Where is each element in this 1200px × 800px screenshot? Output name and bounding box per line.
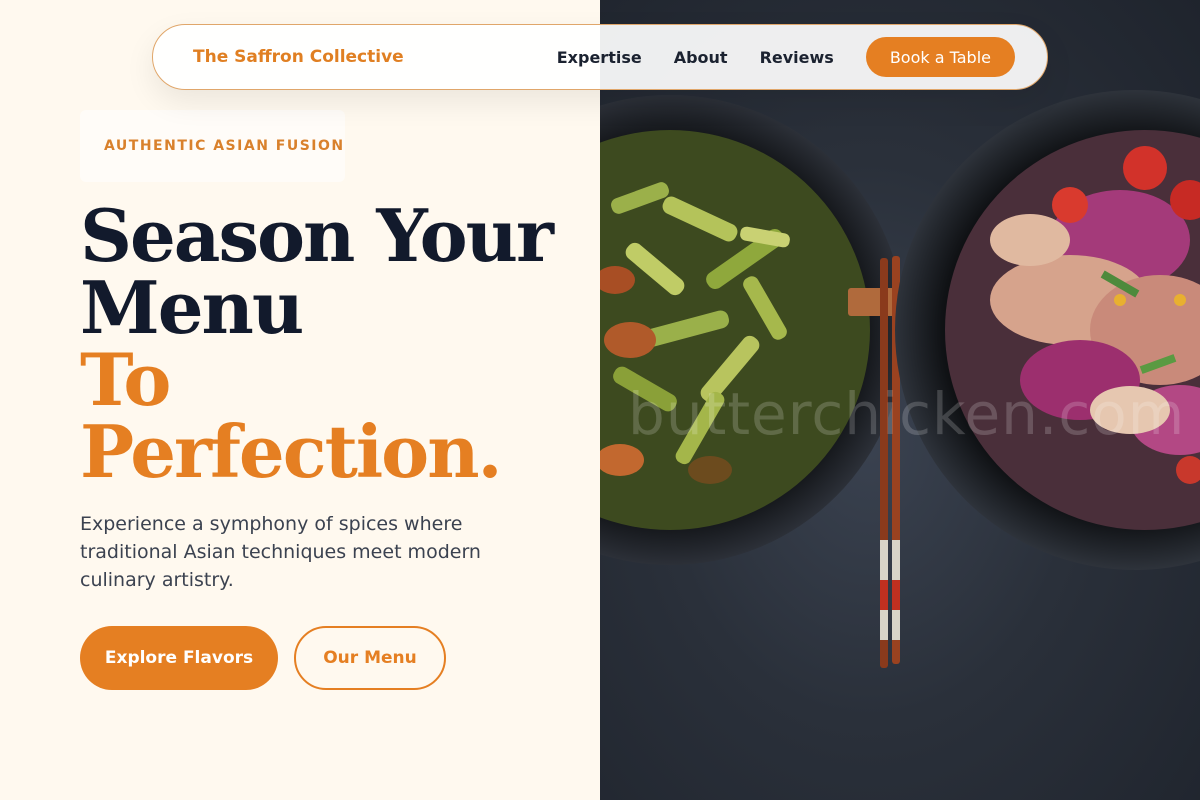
tagline-text: AUTHENTIC ASIAN FUSION (104, 138, 345, 154)
hero-subtext: Experience a symphony of spices where tr… (80, 513, 481, 591)
nav-link-about[interactable]: About (674, 48, 728, 67)
headline-accent-2: Perfection. (80, 409, 503, 494)
headline-line-2: Menu (80, 265, 304, 350)
watermark-text: butterchicken.com (628, 380, 1186, 448)
tagline-badge: AUTHENTIC ASIAN FUSION (80, 110, 345, 182)
nav-link-reviews[interactable]: Reviews (760, 48, 834, 67)
nav-links: Expertise About Reviews Book a Table (557, 37, 1015, 77)
brand-logo[interactable]: The Saffron Collective (193, 47, 404, 67)
headline-accent-1: To (80, 337, 171, 422)
food-bowls-photo: butterchicken.com (600, 0, 1200, 800)
our-menu-button[interactable]: Our Menu (294, 626, 446, 690)
headline-line-1: Season Your (80, 193, 554, 278)
explore-flavors-button[interactable]: Explore Flavors (80, 626, 278, 690)
navbar: The Saffron Collective Expertise About R… (152, 24, 1048, 90)
hero-left-panel: AUTHENTIC ASIAN FUSION Season Your Menu … (0, 0, 600, 800)
hero-headline: Season Your Menu To Perfection. (80, 200, 580, 488)
nav-link-expertise[interactable]: Expertise (557, 48, 642, 67)
book-table-button[interactable]: Book a Table (865, 37, 1015, 77)
